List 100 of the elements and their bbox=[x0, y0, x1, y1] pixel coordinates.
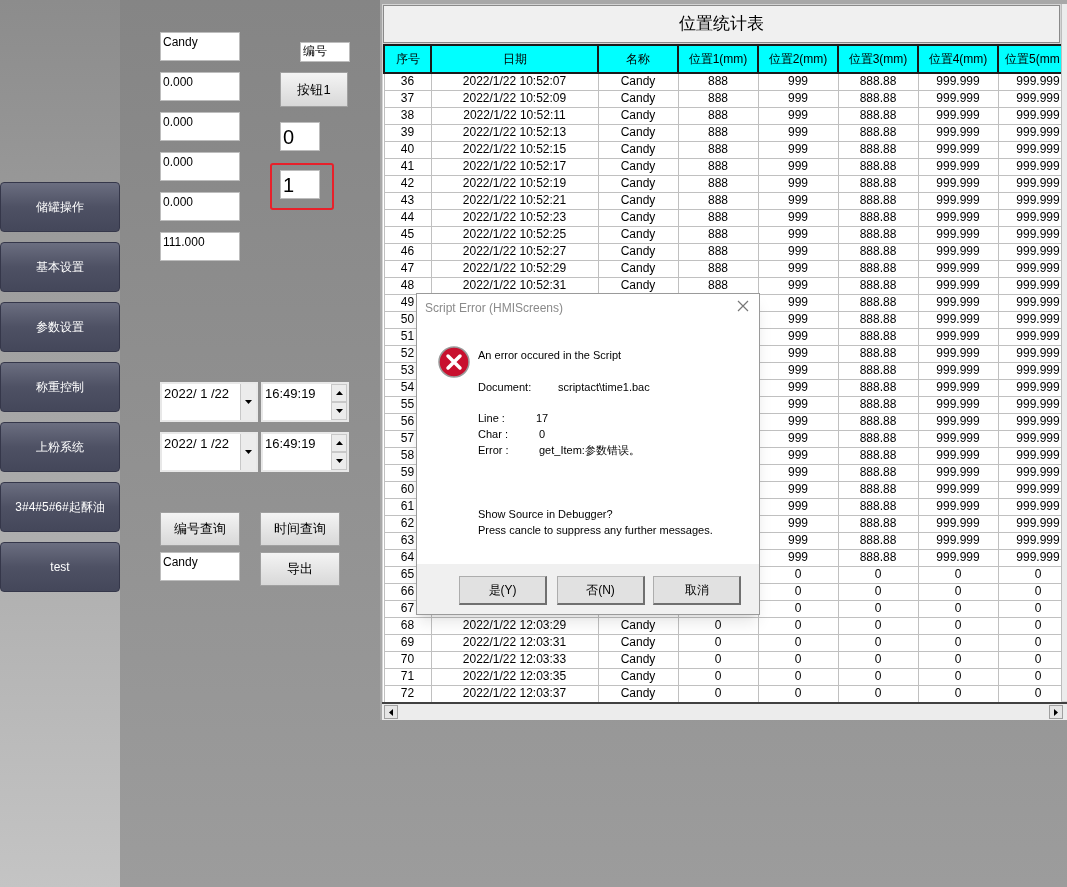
export-button[interactable]: 导出 bbox=[260, 552, 340, 586]
time-spinner[interactable]: 16:49:19 bbox=[261, 382, 349, 422]
table-cell: 36 bbox=[384, 73, 431, 90]
close-icon[interactable] bbox=[737, 300, 749, 312]
table-cell: 888.88 bbox=[838, 294, 918, 311]
table-cell: 999 bbox=[758, 124, 838, 141]
table-cell: 999.999 bbox=[998, 396, 1061, 413]
horizontal-scrollbar[interactable] bbox=[382, 702, 1067, 720]
table-cell: 999.999 bbox=[918, 532, 998, 549]
table-cell: 888.88 bbox=[838, 209, 918, 226]
table-cell: 0 bbox=[678, 617, 758, 634]
table-cell: 999 bbox=[758, 107, 838, 124]
query-button[interactable]: 编号查询 bbox=[160, 512, 240, 546]
table-cell: 0 bbox=[918, 617, 998, 634]
table-cell: 999.999 bbox=[918, 498, 998, 515]
spin-up-button[interactable] bbox=[331, 434, 347, 452]
date-picker[interactable]: 2022/ 1 /22 bbox=[160, 432, 258, 472]
date-text: 2022/ 1 /22 bbox=[164, 386, 230, 401]
table-cell: 999.999 bbox=[918, 90, 998, 107]
table-cell: 999.999 bbox=[918, 396, 998, 413]
sidebar-button[interactable]: 参数设置 bbox=[0, 302, 120, 352]
table-cell: 38 bbox=[384, 107, 431, 124]
table-cell: Candy bbox=[598, 634, 678, 651]
table-cell: 888.88 bbox=[838, 379, 918, 396]
table-cell: 71 bbox=[384, 668, 431, 685]
column-header[interactable]: 日期 bbox=[431, 45, 598, 73]
dropdown-button[interactable] bbox=[240, 384, 256, 420]
column-header[interactable]: 位置1(mm) bbox=[678, 45, 758, 73]
table-cell: 888 bbox=[678, 192, 758, 209]
column-header[interactable]: 位置5(mm bbox=[998, 45, 1061, 73]
sidebar-button[interactable]: 3#4#5#6#起酥油 bbox=[0, 482, 120, 532]
column-header[interactable]: 位置2(mm) bbox=[758, 45, 838, 73]
table-cell: 888.88 bbox=[838, 158, 918, 175]
table-cell: 2022/1/22 12:03:33 bbox=[431, 651, 598, 668]
table-cell: 999.999 bbox=[998, 379, 1061, 396]
value-field[interactable]: Candy bbox=[160, 32, 240, 61]
spin-down-button[interactable] bbox=[331, 452, 347, 470]
table-cell: 999.999 bbox=[998, 328, 1061, 345]
caret-down-icon bbox=[245, 450, 252, 454]
table-cell: Candy bbox=[598, 90, 678, 107]
table-cell: 999.999 bbox=[998, 192, 1061, 209]
value-field[interactable]: 0.000 bbox=[160, 152, 240, 181]
number-field[interactable]: 0 bbox=[280, 122, 320, 151]
caret-down-icon bbox=[245, 400, 252, 404]
table-cell: 0 bbox=[918, 651, 998, 668]
spin-up-button[interactable] bbox=[331, 384, 347, 402]
table-cell: 2022/1/22 10:52:23 bbox=[431, 209, 598, 226]
table-cell: 0 bbox=[998, 566, 1061, 583]
sidebar-button[interactable]: 称重控制 bbox=[0, 362, 120, 412]
table-cell: 0 bbox=[758, 668, 838, 685]
query-button[interactable]: 时间查询 bbox=[260, 512, 340, 546]
table-cell: 999.999 bbox=[998, 311, 1061, 328]
dialog-button[interactable]: 取消 bbox=[653, 576, 741, 605]
sidebar-button[interactable]: test bbox=[0, 542, 120, 592]
table-cell: 888 bbox=[678, 260, 758, 277]
table-cell: Candy bbox=[598, 175, 678, 192]
table-cell: 0 bbox=[918, 566, 998, 583]
table-cell: 888.88 bbox=[838, 73, 918, 90]
date-picker[interactable]: 2022/ 1 /22 bbox=[160, 382, 258, 422]
name-field[interactable]: Candy bbox=[160, 552, 240, 581]
dropdown-button[interactable] bbox=[240, 434, 256, 470]
table-cell: 45 bbox=[384, 226, 431, 243]
caret-up-icon bbox=[335, 441, 343, 445]
scroll-right-button[interactable] bbox=[1049, 705, 1063, 719]
table-cell: 2022/1/22 10:52:11 bbox=[431, 107, 598, 124]
table-cell: 44 bbox=[384, 209, 431, 226]
table-cell: 0 bbox=[758, 634, 838, 651]
table-cell: 999.999 bbox=[998, 277, 1061, 294]
detail-label: Document: bbox=[478, 380, 532, 395]
value-field[interactable]: 0.000 bbox=[160, 192, 240, 221]
table-cell: 47 bbox=[384, 260, 431, 277]
table-cell: 2022/1/22 10:52:29 bbox=[431, 260, 598, 277]
scroll-left-button[interactable] bbox=[384, 705, 398, 719]
column-header[interactable]: 位置3(mm) bbox=[838, 45, 918, 73]
time-spinner[interactable]: 16:49:19 bbox=[261, 432, 349, 472]
sidebar-button[interactable]: 基本设置 bbox=[0, 242, 120, 292]
number-field[interactable]: 1 bbox=[280, 170, 320, 199]
column-header[interactable]: 序号 bbox=[384, 45, 431, 73]
detail-label: Error : bbox=[478, 443, 509, 458]
table-cell: 999.999 bbox=[998, 226, 1061, 243]
value-field[interactable]: 0.000 bbox=[160, 72, 240, 101]
table-cell: 999.999 bbox=[998, 447, 1061, 464]
sidebar-button[interactable]: 储罐操作 bbox=[0, 182, 120, 232]
dialog-button[interactable]: 是(Y) bbox=[459, 576, 547, 605]
column-header[interactable]: 名称 bbox=[598, 45, 678, 73]
column-header[interactable]: 位置4(mm) bbox=[918, 45, 998, 73]
table-cell: 42 bbox=[384, 175, 431, 192]
sidebar-button[interactable]: 上粉系统 bbox=[0, 422, 120, 472]
value-field[interactable]: 0.000 bbox=[160, 112, 240, 141]
table-cell: 999.999 bbox=[998, 90, 1061, 107]
value-field[interactable]: 111.000 bbox=[160, 232, 240, 261]
table-cell: 2022/1/22 10:52:13 bbox=[431, 124, 598, 141]
button-1[interactable]: 按钮1 bbox=[280, 72, 348, 107]
id-field[interactable]: 编号 bbox=[300, 42, 350, 62]
spin-down-button[interactable] bbox=[331, 402, 347, 420]
table-cell: 999.999 bbox=[918, 447, 998, 464]
table-cell: 888 bbox=[678, 226, 758, 243]
dialog-button[interactable]: 否(N) bbox=[557, 576, 645, 605]
table-cell: 888.88 bbox=[838, 362, 918, 379]
table-cell: 999.999 bbox=[918, 345, 998, 362]
